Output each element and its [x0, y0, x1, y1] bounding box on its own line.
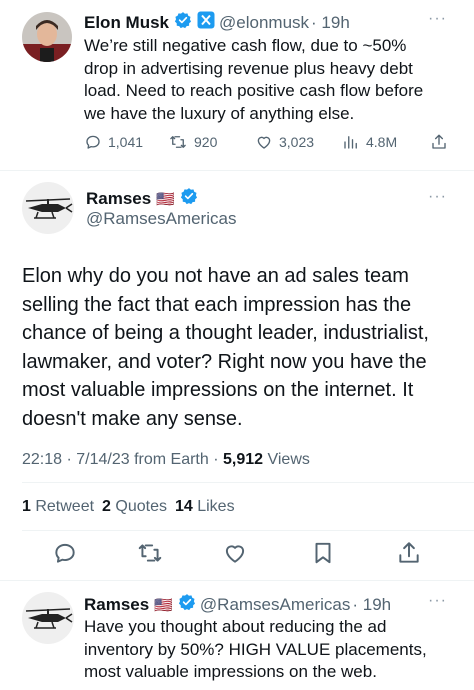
tweet-text-line: we have the luxury of anything else.: [84, 103, 355, 123]
views-button[interactable]: 4.8M: [342, 133, 397, 151]
retweet-button[interactable]: [136, 540, 164, 571]
retweet-icon: [170, 136, 186, 148]
tweet-actions: 1,041 920 3,023 4.8M: [84, 133, 454, 157]
share-button[interactable]: [396, 540, 422, 571]
reply-button[interactable]: [52, 540, 78, 571]
heart-icon: [225, 545, 245, 563]
divider: [22, 530, 474, 531]
like-button[interactable]: 3,023: [255, 133, 314, 151]
bookmark-button[interactable]: [310, 540, 336, 571]
author-name[interactable]: Ramses: [84, 595, 149, 615]
tweet-text-line: most valuable impressions on the web.: [84, 662, 377, 681]
reply-button[interactable]: 1,041: [84, 133, 143, 151]
tweet-time[interactable]: · 19h: [311, 13, 350, 33]
divider: [0, 580, 474, 581]
author-name[interactable]: Elon Musk: [84, 13, 169, 33]
quoted-parent-tweet[interactable]: Elon Musk @elonmusk · 19h ··· We’re stil…: [0, 0, 474, 170]
tweet-text-line: chance of being a thought leader, indust…: [22, 322, 429, 345]
tweet-text-line: lawmaker, and voter? Right now you have …: [22, 350, 427, 373]
tweet-text-line: Have you thought about reducing the ad: [84, 617, 387, 636]
more-options-icon[interactable]: ···: [428, 188, 447, 206]
tweet-text-line: selling the fact that each impression ha…: [22, 293, 412, 316]
like-button[interactable]: [222, 540, 248, 571]
author-handle[interactable]: @elonmusk: [219, 13, 309, 33]
share-icon: [432, 134, 446, 149]
retweet-button[interactable]: 920: [168, 133, 217, 151]
verified-badge-icon: [178, 593, 196, 616]
bookmark-icon: [315, 542, 331, 564]
tweet-actions: [0, 540, 474, 572]
tweet-text-line: doesn't make any sense.: [22, 407, 243, 430]
tweet-text-line: load. Need to reach positive cash flow b…: [84, 81, 424, 100]
share-icon: [399, 542, 419, 563]
verified-badge-icon: [174, 11, 192, 34]
views-count: 4.8M: [366, 134, 398, 150]
views-label: Views: [263, 451, 310, 468]
timestamp-text: 22:18 · 7/14/23 from Earth ·: [22, 451, 223, 468]
verified-badge-icon: [180, 187, 198, 210]
tweet-text: We’re still negative cash flow, due to ~…: [84, 35, 464, 125]
tweet-text-line: most valuable impressions on the interne…: [22, 379, 414, 402]
likes-stat[interactable]: 14 Likes: [175, 498, 235, 515]
heart-icon: [257, 136, 271, 149]
us-flag-icon: 🇺🇸: [154, 596, 173, 614]
tweet-text-line: Elon why do you not have an ad sales tea…: [22, 265, 409, 287]
reply-icon: [55, 543, 75, 563]
author-name[interactable]: Ramses: [86, 189, 151, 209]
retweets-stat[interactable]: 1 Retweet: [22, 498, 94, 515]
tweet-text-line: drop in advertising revenue plus heavy d…: [84, 58, 413, 78]
reply-count: 1,041: [108, 134, 144, 150]
avatar-ramses[interactable]: [22, 592, 74, 644]
tweet-time[interactable]: · 19h: [352, 595, 391, 615]
more-options-icon[interactable]: ···: [428, 10, 447, 28]
like-count: 3,023: [279, 134, 315, 150]
engagement-stats: 1 Retweet 2 Quotes 14 Likes: [22, 498, 235, 516]
tweet-text: Elon why do you not have an ad sales tea…: [22, 262, 462, 434]
divider: [0, 170, 474, 171]
author-handle[interactable]: @RamsesAmericas: [200, 595, 350, 615]
tweet-text-line: inventory by 50%? HIGH VALUE placements,: [84, 639, 427, 659]
tweet-text: Have you thought about reducing the ad i…: [84, 616, 464, 684]
views-bar-chart-icon: [344, 136, 357, 149]
retweet-icon: [138, 544, 162, 562]
affiliate-x-badge-icon: [197, 11, 215, 34]
avatar-ramses[interactable]: [22, 182, 74, 234]
divider: [22, 482, 474, 483]
retweet-count: 920: [194, 134, 218, 150]
share-button[interactable]: [430, 133, 454, 151]
avatar-elon[interactable]: [22, 12, 72, 62]
more-options-icon[interactable]: ···: [428, 592, 447, 610]
reply-icon: [86, 135, 100, 149]
tweet-timestamp[interactable]: 22:18 · 7/14/23 from Earth · 5,912 Views: [22, 451, 310, 469]
us-flag-icon: 🇺🇸: [156, 190, 175, 208]
author-handle[interactable]: @RamsesAmericas: [86, 209, 236, 229]
views-count: 5,912: [223, 451, 264, 468]
quotes-stat[interactable]: 2 Quotes: [102, 498, 167, 515]
tweet-text-line: We’re still negative cash flow, due to ~…: [84, 36, 407, 55]
